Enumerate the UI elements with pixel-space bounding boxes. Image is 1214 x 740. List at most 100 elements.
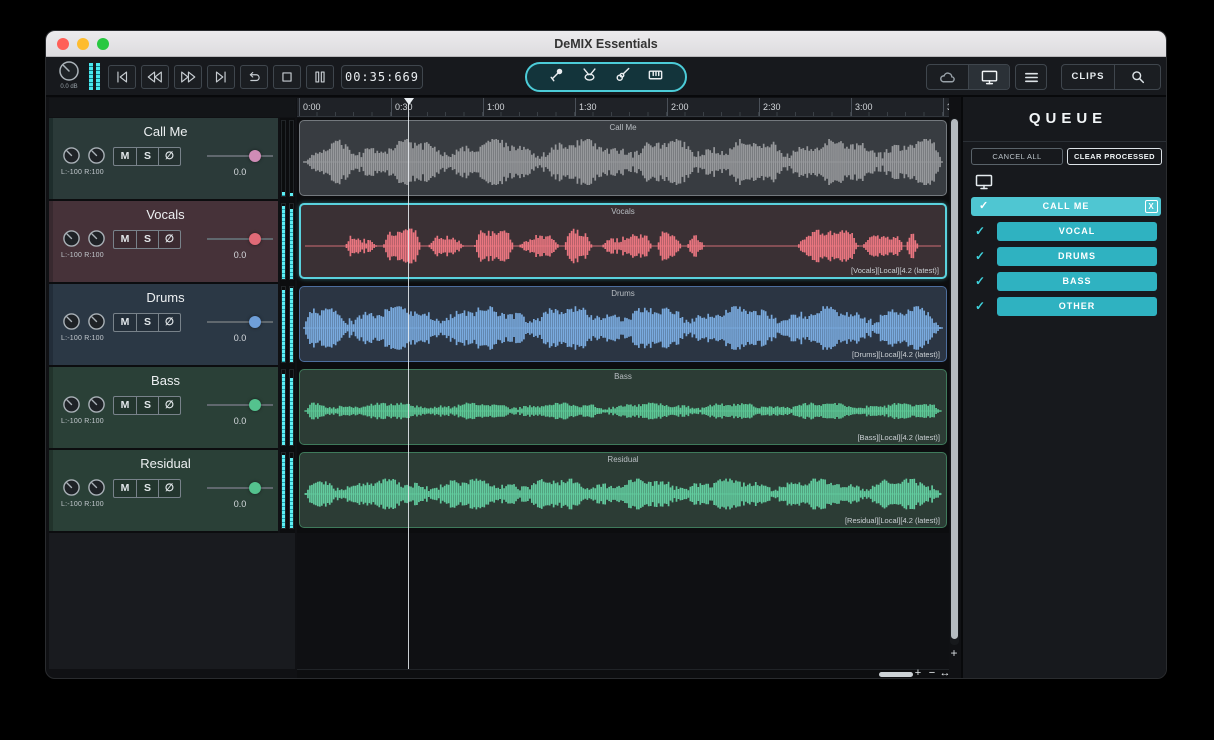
volume-slider-handle[interactable] bbox=[249, 233, 261, 245]
volume-slider-handle[interactable] bbox=[249, 150, 261, 162]
pan-knob-right[interactable] bbox=[87, 478, 106, 497]
mute-button[interactable]: M bbox=[114, 231, 136, 248]
audio-clip-vocals[interactable]: Vocals [Vocals][Local][4.2 (latest)] bbox=[299, 203, 947, 279]
clear-processed-button[interactable]: CLEAR PROCESSED bbox=[1067, 148, 1162, 165]
waveform bbox=[303, 402, 943, 420]
loop-button[interactable] bbox=[240, 65, 268, 89]
ruler-tick: 3 bbox=[943, 98, 949, 116]
cloud-icon[interactable] bbox=[927, 65, 968, 89]
cancel-all-button[interactable]: CANCEL ALL bbox=[971, 148, 1063, 165]
microphone-icon[interactable] bbox=[548, 66, 565, 88]
pan-knob-left[interactable] bbox=[62, 229, 81, 248]
guitar-icon[interactable] bbox=[614, 66, 631, 88]
volume-slider[interactable] bbox=[207, 231, 273, 247]
search-icon[interactable] bbox=[1114, 65, 1160, 89]
volume-slider-handle[interactable] bbox=[249, 482, 261, 494]
volume-slider[interactable] bbox=[207, 148, 273, 164]
menu-button[interactable] bbox=[1015, 64, 1047, 90]
queue-item-row: ✓ OTHER bbox=[963, 297, 1166, 316]
phase-invert-button[interactable]: ∅ bbox=[158, 148, 180, 165]
ruler-corner bbox=[49, 98, 296, 117]
stop-button[interactable] bbox=[273, 65, 301, 89]
pan-knob-left[interactable] bbox=[62, 146, 81, 165]
track-header-drums: Drums M S ∅ L:-100 R:100 0.0 bbox=[49, 284, 278, 365]
timeline-ruler[interactable]: 0:00 0:30 1:00 1:30 2:00 2:30 3:00 3 bbox=[297, 98, 949, 117]
solo-button[interactable]: S bbox=[136, 231, 158, 248]
drums-icon[interactable] bbox=[581, 66, 598, 88]
audio-clip-residual[interactable]: Residual [Residual][Local][4.2 (latest)] bbox=[299, 452, 947, 528]
clip-meta: [Vocals][Local][4.2 (latest)] bbox=[851, 266, 939, 275]
queue-item-bass[interactable]: BASS bbox=[997, 272, 1157, 291]
skip-to-start-button[interactable] bbox=[108, 65, 136, 89]
volume-slider[interactable] bbox=[207, 397, 273, 413]
zoom-in-button[interactable]: + bbox=[912, 667, 924, 678]
level-meters bbox=[280, 367, 295, 448]
phase-invert-button[interactable]: ∅ bbox=[158, 231, 180, 248]
mute-button[interactable]: M bbox=[114, 148, 136, 165]
queue-item-vocal[interactable]: VOCAL bbox=[997, 222, 1157, 241]
mute-button[interactable]: M bbox=[114, 480, 136, 497]
track-lane: Residual [Residual][Local][4.2 (latest)] bbox=[297, 450, 949, 531]
solo-button[interactable]: S bbox=[136, 148, 158, 165]
playhead[interactable] bbox=[408, 98, 409, 669]
pan-knob-left[interactable] bbox=[62, 395, 81, 414]
clip-meta: [Drums][Local][4.2 (latest)] bbox=[852, 350, 940, 359]
divider bbox=[963, 141, 1166, 142]
solo-button[interactable]: S bbox=[136, 480, 158, 497]
level-meters bbox=[280, 284, 295, 365]
volume-slider[interactable] bbox=[207, 480, 273, 496]
solo-button[interactable]: S bbox=[136, 314, 158, 331]
playhead-marker[interactable] bbox=[404, 98, 414, 105]
horizontal-scrollbar[interactable] bbox=[297, 669, 949, 678]
remove-item-button[interactable]: X bbox=[1145, 200, 1158, 213]
track-toggle-group: M S ∅ bbox=[113, 396, 181, 415]
app-window: DeMIX Essentials 0.0 dB 00:35:669 CLIPS … bbox=[45, 30, 1167, 679]
queue-item-drums[interactable]: DRUMS bbox=[997, 247, 1157, 266]
clip-label: Drums bbox=[611, 289, 635, 298]
pan-range-label: L:-100 R:100 bbox=[61, 501, 104, 508]
audio-clip-drums[interactable]: Drums [Drums][Local][4.2 (latest)] bbox=[299, 286, 947, 362]
audio-clip-bass[interactable]: Bass [Bass][Local][4.2 (latest)] bbox=[299, 369, 947, 445]
fast-forward-button[interactable] bbox=[174, 65, 202, 89]
clips-button[interactable]: CLIPS bbox=[1062, 65, 1114, 89]
pan-knob-right[interactable] bbox=[87, 146, 106, 165]
pause-button[interactable] bbox=[306, 65, 334, 89]
queue-item-other[interactable]: OTHER bbox=[997, 297, 1157, 316]
waveform bbox=[303, 139, 943, 185]
skip-to-end-button[interactable] bbox=[207, 65, 235, 89]
pan-range-label: L:-100 R:100 bbox=[61, 252, 104, 259]
pan-knob-left[interactable] bbox=[62, 312, 81, 331]
pan-knob-right[interactable] bbox=[87, 395, 106, 414]
vertical-scrollbar[interactable] bbox=[950, 118, 959, 645]
audio-clip-call-me[interactable]: Call Me bbox=[299, 120, 947, 196]
pan-knob-left[interactable] bbox=[62, 478, 81, 497]
pan-knob-right[interactable] bbox=[87, 229, 106, 248]
pan-knob-right[interactable] bbox=[87, 312, 106, 331]
volume-slider-handle[interactable] bbox=[249, 399, 261, 411]
volume-slider[interactable] bbox=[207, 314, 273, 330]
volume-value: 0.0 bbox=[233, 499, 247, 509]
pan-range-label: L:-100 R:100 bbox=[61, 418, 104, 425]
master-gain-knob[interactable] bbox=[58, 60, 80, 82]
mute-button[interactable]: M bbox=[114, 314, 136, 331]
phase-invert-button[interactable]: ∅ bbox=[158, 314, 180, 331]
piano-icon[interactable] bbox=[647, 66, 664, 88]
track-toggle-group: M S ∅ bbox=[113, 230, 181, 249]
track-lane: Vocals [Vocals][Local][4.2 (latest)] bbox=[297, 201, 949, 282]
mute-button[interactable]: M bbox=[114, 397, 136, 414]
zoom-fit-button[interactable]: ↔ bbox=[939, 667, 951, 678]
level-meters bbox=[280, 201, 295, 282]
zoom-out-button[interactable]: − bbox=[926, 667, 938, 678]
rewind-button[interactable] bbox=[141, 65, 169, 89]
track-name: Call Me bbox=[143, 124, 188, 139]
volume-slider-handle[interactable] bbox=[249, 316, 261, 328]
local-computer-icon[interactable] bbox=[968, 65, 1009, 89]
solo-button[interactable]: S bbox=[136, 397, 158, 414]
queue-item-call-me[interactable]: ✓ CALL ME X bbox=[971, 197, 1161, 216]
queue-item-row: ✓ VOCAL bbox=[963, 222, 1166, 241]
volume-value: 0.0 bbox=[233, 250, 247, 260]
horizontal-scrollbar-thumb[interactable] bbox=[879, 672, 913, 677]
phase-invert-button[interactable]: ∅ bbox=[158, 397, 180, 414]
vertical-scrollbar-thumb[interactable] bbox=[951, 119, 958, 639]
phase-invert-button[interactable]: ∅ bbox=[158, 480, 180, 497]
